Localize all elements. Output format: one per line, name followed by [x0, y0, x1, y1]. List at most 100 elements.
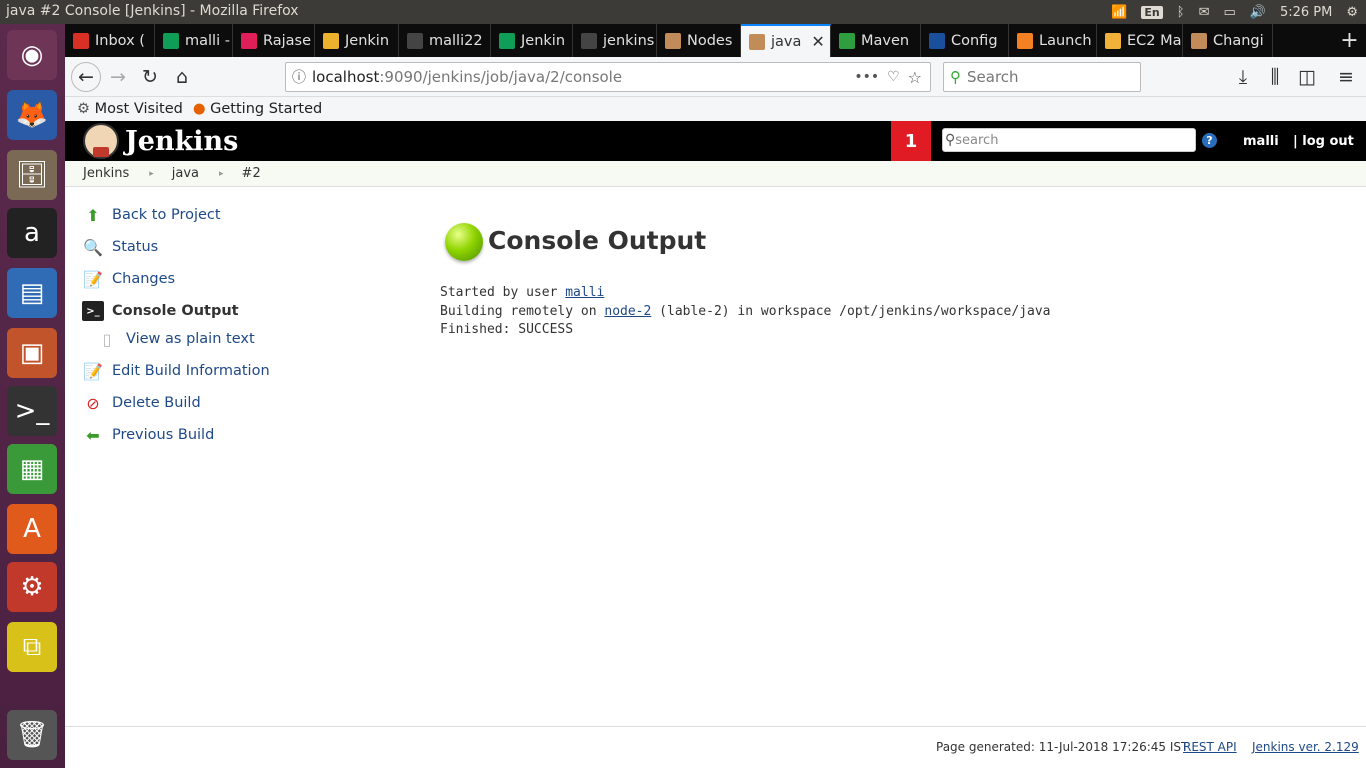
sidebar-toggle-icon[interactable]: ◫ [1292, 62, 1322, 92]
bookmarks-toolbar: ⚙ Most Visited ● Getting Started [65, 97, 1366, 121]
notification-badge[interactable]: 1 [891, 121, 931, 161]
jenkins-version-link[interactable]: Jenkins ver. 2.129 [1252, 740, 1359, 754]
tab-5[interactable]: malli22 [399, 24, 491, 57]
calc-icon[interactable]: ▦ [7, 444, 57, 494]
tab-3[interactable]: Rajase [233, 24, 315, 57]
sheets-icon [499, 32, 515, 49]
jenkins-logo-text: Jenkins [125, 125, 239, 157]
maven-cube-icon [839, 32, 855, 49]
console-text: Finished: SUCCESS [440, 322, 574, 337]
downloads-icon[interactable]: ⤓ [1228, 62, 1258, 92]
bluetooth-icon[interactable]: ᛒ [1177, 5, 1185, 20]
sidebar-item-label: Delete Build [112, 395, 201, 411]
sidebar-item-back-to-project[interactable]: ⬆ Back to Project [82, 205, 220, 225]
new-tab-button[interactable]: + [1333, 24, 1366, 57]
volume-icon[interactable]: 🔊 [1250, 5, 1266, 20]
tab-11[interactable]: Config [921, 24, 1009, 57]
jenkins-icon [1191, 32, 1207, 49]
node-link[interactable]: node-2 [604, 304, 651, 319]
tab-label: EC2 Ma [1127, 32, 1182, 49]
keyboard-layout[interactable]: En [1141, 5, 1163, 19]
ubuntu-dash-icon[interactable]: ◉ [7, 30, 57, 80]
library-icon[interactable]: ⫼ [1260, 62, 1290, 92]
tab-9[interactable]: java ✕ [741, 24, 831, 57]
site-info-icon[interactable]: ⓘ [286, 67, 312, 87]
sidebar-item-view-plain-text[interactable]: ▯ View as plain text [96, 329, 255, 349]
tab-label: Jenkin [345, 32, 390, 49]
tab-2[interactable]: malli - [155, 24, 233, 57]
tab-10[interactable]: Maven [831, 24, 921, 57]
bookmark-label: Getting Started [210, 101, 323, 117]
vm-manager-icon[interactable]: ⧉ [7, 622, 57, 672]
page-footer: Page generated: 11-Jul-2018 17:26:45 IST… [65, 726, 1366, 768]
tab-label: Launch [1039, 32, 1092, 49]
tab-12[interactable]: Launch [1009, 24, 1097, 57]
menu-icon[interactable]: ≡ [1331, 62, 1361, 92]
notepad-icon: 📝 [83, 269, 103, 289]
sidebar-item-previous-build[interactable]: ⬅ Previous Build [82, 425, 214, 445]
impress-icon[interactable]: ▣ [7, 328, 57, 378]
settings-gear-icon[interactable]: ⚙ [1346, 5, 1358, 20]
breadcrumb-build[interactable]: #2 [242, 166, 261, 181]
firefox-icon[interactable]: 🦊 [7, 90, 57, 140]
wifi-icon[interactable]: 📶 [1111, 5, 1127, 20]
jenkins-search-input[interactable]: ⚲ search [942, 128, 1196, 152]
tab-8[interactable]: Nodes [657, 24, 741, 57]
user-link[interactable]: malli [1243, 134, 1279, 149]
search-placeholder: Search [967, 68, 1019, 86]
page-actions-icon[interactable]: ••• [854, 69, 887, 85]
tab-13[interactable]: EC2 Ma [1097, 24, 1183, 57]
back-button[interactable]: ← [71, 62, 101, 92]
bookmark-most-visited[interactable]: ⚙ Most Visited [77, 101, 183, 117]
writer-icon[interactable]: ▤ [7, 268, 57, 318]
tab-label: Config [951, 32, 998, 49]
logout-link[interactable]: | log out [1293, 134, 1354, 149]
jenkins-logo[interactable]: Jenkins [83, 123, 238, 159]
sidebar-item-label: Previous Build [112, 427, 215, 443]
trash-icon[interactable]: 🗑 [7, 710, 57, 760]
reload-button[interactable]: ↻ [135, 62, 165, 92]
console-output: Started by user malli Building remotely … [440, 284, 1051, 340]
document-icon: ▯ [102, 329, 112, 349]
user-link[interactable]: malli [565, 285, 604, 300]
software-center-icon[interactable]: A [7, 504, 57, 554]
mail-icon[interactable]: ✉ [1199, 5, 1210, 20]
system-tray[interactable]: 📶 En ᛒ ✉ ▭ 🔊 5:26 PM ⚙ [1111, 0, 1366, 24]
breadcrumb-jenkins[interactable]: Jenkins [83, 166, 129, 181]
battery-icon[interactable]: ▭ [1223, 5, 1235, 20]
help-icon[interactable]: ? [1202, 133, 1217, 148]
sidebar-item-delete-build[interactable]: ⊘ Delete Build [82, 393, 201, 413]
bookmark-getting-started[interactable]: ● Getting Started [193, 101, 322, 117]
tab-label: Jenkin [521, 32, 566, 49]
sidebar-item-label: Status [112, 239, 159, 255]
sidebar-item-edit-build-information[interactable]: 📝 Edit Build Information [82, 361, 270, 381]
search-bar[interactable]: ⚲ Search [943, 62, 1141, 92]
url-bar[interactable]: ⓘ localhost:9090/jenkins/job/java/2/cons… [285, 62, 931, 92]
tab-label: Nodes [687, 32, 733, 49]
pocket-icon[interactable]: ♡ [887, 69, 908, 85]
tab-14[interactable]: Changi [1183, 24, 1273, 57]
files-icon[interactable]: 🗄 [7, 150, 57, 200]
breadcrumb-java[interactable]: java [172, 166, 199, 181]
search-icon: ⚲ [950, 68, 961, 86]
bookmark-star-icon[interactable]: ☆ [908, 68, 930, 87]
tab-6[interactable]: Jenkin [491, 24, 573, 57]
terminal-icon[interactable]: >_ [7, 386, 57, 436]
tab-4[interactable]: Jenkin [315, 24, 399, 57]
tab-7[interactable]: jenkins [573, 24, 657, 57]
system-settings-icon[interactable]: ⚙ [7, 562, 57, 612]
sidebar-item-changes[interactable]: 📝 Changes [82, 269, 175, 289]
forward-button[interactable]: → [103, 62, 133, 92]
clock[interactable]: 5:26 PM [1280, 5, 1332, 20]
tab-1[interactable]: Inbox ( [65, 24, 155, 57]
no-entry-icon: ⊘ [86, 393, 100, 413]
sidebar-item-status[interactable]: 🔍 Status [82, 237, 158, 257]
sidebar-item-console-output[interactable]: >_ Console Output [82, 301, 239, 321]
sidebar-item-label: Edit Build Information [112, 363, 270, 379]
amazon-icon[interactable]: a [7, 208, 57, 258]
rest-api-link[interactable]: REST API [1183, 740, 1237, 754]
home-button[interactable]: ⌂ [167, 62, 197, 92]
jenkins-search-placeholder: search [955, 132, 999, 148]
close-tab-icon[interactable]: ✕ [811, 32, 824, 51]
sidebar-item-label: Console Output [112, 303, 239, 319]
